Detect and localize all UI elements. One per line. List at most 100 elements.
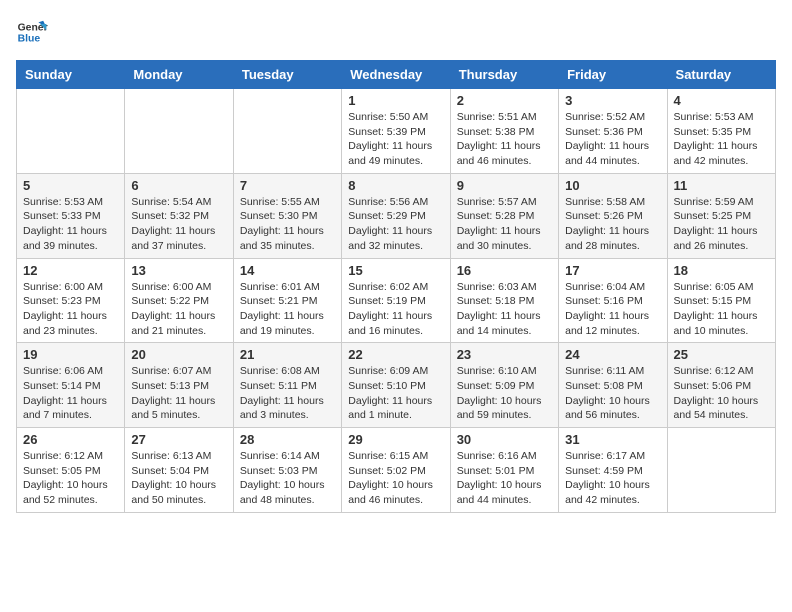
calendar-week-row: 5 Sunrise: 5:53 AM Sunset: 5:33 PM Daylig… — [17, 173, 776, 258]
day-info: Sunrise: 6:11 AM Sunset: 5:08 PM Dayligh… — [565, 364, 660, 423]
day-number: 1 — [348, 93, 443, 108]
day-info: Sunrise: 6:12 AM Sunset: 5:05 PM Dayligh… — [23, 449, 118, 508]
calendar-cell: 5 Sunrise: 5:53 AM Sunset: 5:33 PM Daylig… — [17, 173, 125, 258]
calendar-cell: 23Sunrise: 6:10 AM Sunset: 5:09 PM Dayli… — [450, 343, 558, 428]
calendar-cell: 3 Sunrise: 5:52 AM Sunset: 5:36 PM Daylig… — [559, 89, 667, 174]
day-number: 3 — [565, 93, 660, 108]
day-number: 30 — [457, 432, 552, 447]
day-number: 27 — [131, 432, 226, 447]
day-info: Sunrise: 5:55 AM Sunset: 5:30 PM Dayligh… — [240, 195, 335, 254]
day-number: 14 — [240, 263, 335, 278]
calendar-cell: 20 Sunrise: 6:07 AM Sunset: 5:13 PM Dayli… — [125, 343, 233, 428]
calendar-cell: 18 Sunrise: 6:05 AM Sunset: 5:15 PM Dayli… — [667, 258, 775, 343]
day-info: Sunrise: 6:14 AM Sunset: 5:03 PM Dayligh… — [240, 449, 335, 508]
day-number: 25 — [674, 347, 769, 362]
day-number: 6 — [131, 178, 226, 193]
day-number: 28 — [240, 432, 335, 447]
weekday-header-saturday: Saturday — [667, 61, 775, 89]
calendar-cell: 10 Sunrise: 5:58 AM Sunset: 5:26 PM Dayli… — [559, 173, 667, 258]
logo-icon: General Blue — [16, 16, 48, 48]
calendar-cell: 11Sunrise: 5:59 AM Sunset: 5:25 PM Dayli… — [667, 173, 775, 258]
calendar-cell: 1 Sunrise: 5:50 AM Sunset: 5:39 PM Daylig… — [342, 89, 450, 174]
calendar-cell: 2 Sunrise: 5:51 AM Sunset: 5:38 PM Daylig… — [450, 89, 558, 174]
weekday-header-row: SundayMondayTuesdayWednesdayThursdayFrid… — [17, 61, 776, 89]
calendar-cell — [125, 89, 233, 174]
calendar-cell: 21Sunrise: 6:08 AM Sunset: 5:11 PM Dayli… — [233, 343, 341, 428]
page-header: General Blue — [16, 16, 776, 48]
day-number: 20 — [131, 347, 226, 362]
calendar-cell: 30Sunrise: 6:16 AM Sunset: 5:01 PM Dayli… — [450, 428, 558, 513]
day-number: 24 — [565, 347, 660, 362]
day-info: Sunrise: 6:03 AM Sunset: 5:18 PM Dayligh… — [457, 280, 552, 339]
day-number: 8 — [348, 178, 443, 193]
calendar-cell: 13 Sunrise: 6:00 AM Sunset: 5:22 PM Dayli… — [125, 258, 233, 343]
day-info: Sunrise: 6:06 AM Sunset: 5:14 PM Dayligh… — [23, 364, 118, 423]
calendar-cell: 16 Sunrise: 6:03 AM Sunset: 5:18 PM Dayli… — [450, 258, 558, 343]
day-number: 29 — [348, 432, 443, 447]
logo: General Blue — [16, 16, 52, 48]
day-info: Sunrise: 5:57 AM Sunset: 5:28 PM Dayligh… — [457, 195, 552, 254]
day-info: Sunrise: 5:54 AM Sunset: 5:32 PM Dayligh… — [131, 195, 226, 254]
day-info: Sunrise: 6:05 AM Sunset: 5:15 PM Dayligh… — [674, 280, 769, 339]
day-info: Sunrise: 6:00 AM Sunset: 5:22 PM Dayligh… — [131, 280, 226, 339]
day-number: 18 — [674, 263, 769, 278]
calendar-cell: 7 Sunrise: 5:55 AM Sunset: 5:30 PM Daylig… — [233, 173, 341, 258]
day-info: Sunrise: 6:02 AM Sunset: 5:19 PM Dayligh… — [348, 280, 443, 339]
weekday-header-tuesday: Tuesday — [233, 61, 341, 89]
day-info: Sunrise: 5:58 AM Sunset: 5:26 PM Dayligh… — [565, 195, 660, 254]
day-info: Sunrise: 6:04 AM Sunset: 5:16 PM Dayligh… — [565, 280, 660, 339]
calendar-cell: 29 Sunrise: 6:15 AM Sunset: 5:02 PM Dayli… — [342, 428, 450, 513]
calendar-week-row: 1 Sunrise: 5:50 AM Sunset: 5:39 PM Daylig… — [17, 89, 776, 174]
day-number: 15 — [348, 263, 443, 278]
day-info: Sunrise: 6:00 AM Sunset: 5:23 PM Dayligh… — [23, 280, 118, 339]
calendar-cell: 15 Sunrise: 6:02 AM Sunset: 5:19 PM Dayli… — [342, 258, 450, 343]
day-info: Sunrise: 5:51 AM Sunset: 5:38 PM Dayligh… — [457, 110, 552, 169]
day-number: 12 — [23, 263, 118, 278]
calendar-cell: 31 Sunrise: 6:17 AM Sunset: 4:59 PM Dayli… — [559, 428, 667, 513]
day-info: Sunrise: 6:07 AM Sunset: 5:13 PM Dayligh… — [131, 364, 226, 423]
calendar-cell: 17 Sunrise: 6:04 AM Sunset: 5:16 PM Dayli… — [559, 258, 667, 343]
day-number: 21 — [240, 347, 335, 362]
calendar-cell: 19 Sunrise: 6:06 AM Sunset: 5:14 PM Dayli… — [17, 343, 125, 428]
calendar-cell: 12 Sunrise: 6:00 AM Sunset: 5:23 PM Dayli… — [17, 258, 125, 343]
day-number: 22 — [348, 347, 443, 362]
calendar-cell: 25 Sunrise: 6:12 AM Sunset: 5:06 PM Dayli… — [667, 343, 775, 428]
day-number: 2 — [457, 93, 552, 108]
day-number: 17 — [565, 263, 660, 278]
day-info: Sunrise: 6:01 AM Sunset: 5:21 PM Dayligh… — [240, 280, 335, 339]
day-number: 31 — [565, 432, 660, 447]
svg-text:Blue: Blue — [18, 34, 41, 45]
day-info: Sunrise: 6:17 AM Sunset: 4:59 PM Dayligh… — [565, 449, 660, 508]
calendar-week-row: 19 Sunrise: 6:06 AM Sunset: 5:14 PM Dayli… — [17, 343, 776, 428]
calendar-cell — [667, 428, 775, 513]
calendar-cell: 22 Sunrise: 6:09 AM Sunset: 5:10 PM Dayli… — [342, 343, 450, 428]
day-info: Sunrise: 6:12 AM Sunset: 5:06 PM Dayligh… — [674, 364, 769, 423]
calendar-cell: 24 Sunrise: 6:11 AM Sunset: 5:08 PM Dayli… — [559, 343, 667, 428]
calendar-cell — [17, 89, 125, 174]
day-info: Sunrise: 5:53 AM Sunset: 5:35 PM Dayligh… — [674, 110, 769, 169]
day-number: 16 — [457, 263, 552, 278]
day-info: Sunrise: 5:52 AM Sunset: 5:36 PM Dayligh… — [565, 110, 660, 169]
day-info: Sunrise: 5:53 AM Sunset: 5:33 PM Dayligh… — [23, 195, 118, 254]
day-info: Sunrise: 5:56 AM Sunset: 5:29 PM Dayligh… — [348, 195, 443, 254]
day-info: Sunrise: 5:59 AM Sunset: 5:25 PM Dayligh… — [674, 195, 769, 254]
calendar-cell: 14 Sunrise: 6:01 AM Sunset: 5:21 PM Dayli… — [233, 258, 341, 343]
calendar-cell: 9Sunrise: 5:57 AM Sunset: 5:28 PM Daylig… — [450, 173, 558, 258]
calendar-table: SundayMondayTuesdayWednesdayThursdayFrid… — [16, 60, 776, 513]
weekday-header-monday: Monday — [125, 61, 233, 89]
day-info: Sunrise: 6:15 AM Sunset: 5:02 PM Dayligh… — [348, 449, 443, 508]
day-number: 13 — [131, 263, 226, 278]
calendar-week-row: 26 Sunrise: 6:12 AM Sunset: 5:05 PM Dayli… — [17, 428, 776, 513]
day-number: 5 — [23, 178, 118, 193]
day-info: Sunrise: 6:10 AM Sunset: 5:09 PM Dayligh… — [457, 364, 552, 423]
weekday-header-friday: Friday — [559, 61, 667, 89]
day-number: 19 — [23, 347, 118, 362]
calendar-cell: 27Sunrise: 6:13 AM Sunset: 5:04 PM Dayli… — [125, 428, 233, 513]
day-info: Sunrise: 5:50 AM Sunset: 5:39 PM Dayligh… — [348, 110, 443, 169]
calendar-cell: 8 Sunrise: 5:56 AM Sunset: 5:29 PM Daylig… — [342, 173, 450, 258]
day-number: 7 — [240, 178, 335, 193]
day-number: 26 — [23, 432, 118, 447]
weekday-header-thursday: Thursday — [450, 61, 558, 89]
day-number: 10 — [565, 178, 660, 193]
day-info: Sunrise: 6:09 AM Sunset: 5:10 PM Dayligh… — [348, 364, 443, 423]
